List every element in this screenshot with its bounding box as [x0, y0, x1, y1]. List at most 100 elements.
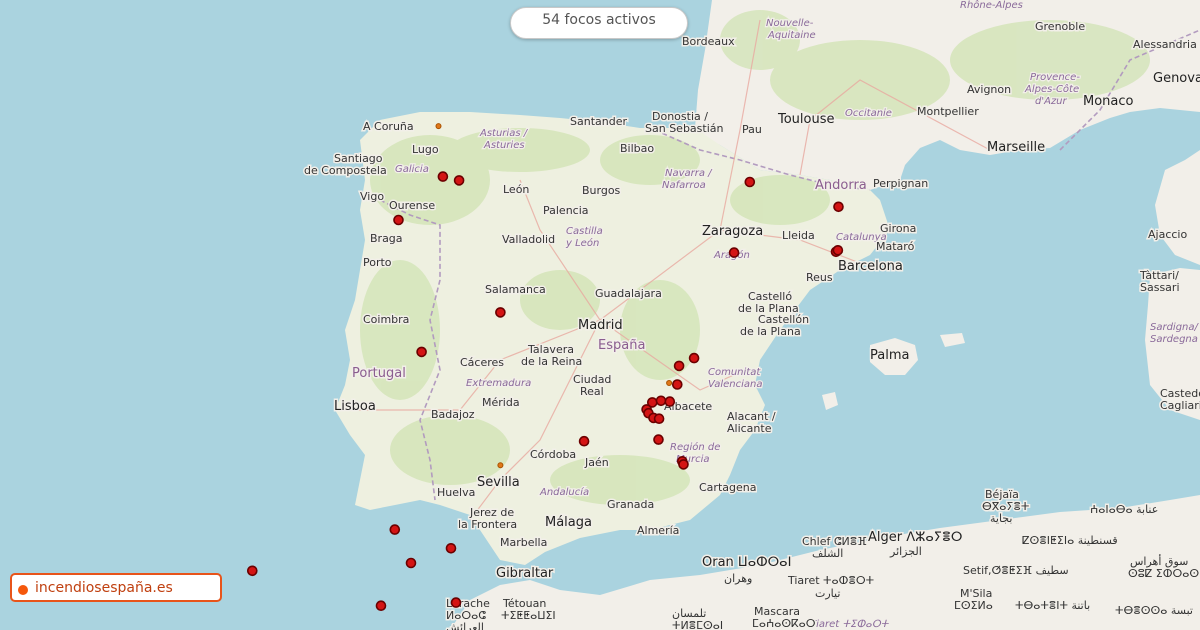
label-braga: Braga [370, 232, 403, 245]
fire-marker[interactable] [664, 396, 676, 407]
label-barcelona: Barcelona [838, 259, 903, 274]
label-alacant2: Alicante [727, 422, 772, 435]
label-aquitaine: Aquitaine [767, 30, 816, 41]
label-constantine: ⵇⵙⴻⵏⵟⵉⵏⴰ قسنطينة [1022, 534, 1118, 547]
label-provence2: Alpes-Côte [1024, 83, 1079, 95]
label-oran2: وهران [724, 572, 752, 585]
label-alessandria: Alessandria [1133, 38, 1197, 51]
label-bilbao: Bilbao [620, 142, 654, 155]
label-guadalajara: Guadalajara [595, 287, 662, 300]
fire-marker[interactable] [833, 201, 844, 213]
label-nouvelle: Nouvelle- [766, 18, 814, 29]
active-fires-counter: 54 focos activos [510, 7, 688, 39]
label-ourense: Ourense [389, 199, 435, 212]
label-leon: León [503, 183, 529, 196]
label-sardegna1: Sardigna/ [1150, 322, 1200, 333]
label-alger1: Alger ⴷⵣⴰⵢⴻⵔ [868, 530, 962, 545]
label-comunitat1: Comunitat [708, 367, 761, 378]
label-coruna: A Coruña [363, 120, 414, 133]
fire-marker[interactable] [653, 434, 664, 445]
label-portugal: Portugal [352, 366, 406, 381]
label-msila2: ⵎⵙⵉⵍⴰ [954, 599, 993, 612]
small-fire-marker[interactable] [666, 380, 673, 386]
label-provence1: Provence- [1030, 72, 1080, 83]
label-asturias2: Asturies [483, 140, 525, 151]
label-coimbra: Coimbra [363, 313, 409, 326]
label-oran1: Oran ⵡⴰⵀⵔⴰⵏ [702, 555, 791, 570]
fire-marker[interactable] [688, 352, 700, 364]
fire-marker[interactable] [495, 307, 506, 318]
fire-marker[interactable] [389, 524, 401, 535]
fire-marker[interactable] [655, 395, 667, 407]
label-avignon: Avignon [967, 83, 1011, 96]
label-occitanie: Occitanie [845, 108, 892, 119]
label-ajaccio: Ajaccio [1148, 228, 1187, 241]
label-zaragoza: Zaragoza [702, 224, 763, 239]
label-sevilla: Sevilla [477, 475, 520, 490]
fire-marker[interactable] [578, 435, 590, 447]
brand-badge[interactable]: incendiosespaña.es [10, 573, 222, 602]
label-extremadura: Extremadura [466, 378, 531, 389]
small-fire-marker[interactable] [497, 462, 504, 469]
label-cordoba: Córdoba [530, 448, 576, 461]
label-granada: Granada [607, 498, 654, 511]
active-fires-counter-label: 54 focos activos [542, 12, 656, 28]
label-gibraltar: Gibraltar [496, 566, 554, 581]
map-canvas[interactable]: Portugal España Andorra Nouvelle- Aquita… [0, 0, 1200, 630]
label-reus: Reus [806, 271, 833, 284]
fire-marker[interactable] [393, 214, 404, 226]
label-castilla2: y León [565, 237, 599, 249]
label-montpellier: Montpellier [917, 105, 979, 118]
fire-marker[interactable] [673, 360, 685, 372]
label-girona: Girona [880, 222, 916, 235]
fire-marker[interactable] [445, 542, 457, 554]
small-fire-marker[interactable] [435, 123, 442, 130]
fire-marker[interactable] [744, 176, 756, 188]
fire-marker[interactable] [653, 413, 665, 425]
label-annaba: ⵄⴰⵏⴰⴱⴰ عنابة [1090, 503, 1158, 516]
label-lugo: Lugo [412, 143, 439, 156]
fire-marker[interactable] [450, 597, 462, 608]
fire-marker[interactable] [728, 247, 740, 258]
label-tiaret1: Tiaret ⵜⴰⵀⴻⵔⵜ [787, 574, 874, 587]
fire-marker[interactable] [453, 175, 465, 186]
label-matar: Mataró [876, 240, 915, 253]
label-bejaia3: بجاية [990, 512, 1012, 525]
label-santander: Santander [570, 115, 627, 128]
label-jaen: Jaén [584, 456, 609, 469]
fire-marker[interactable] [405, 557, 417, 569]
label-tiaret2: تيارت [815, 587, 840, 600]
label-setif: Setif,ⵚⴻⵟⵉⴼ سطيف [963, 564, 1069, 577]
label-comunitat2: Valenciana [708, 379, 762, 390]
label-alger2: الجزائر [889, 545, 922, 558]
label-palencia: Palencia [543, 204, 589, 217]
fire-marker[interactable] [247, 565, 258, 577]
label-palma: Palma [870, 348, 909, 363]
label-donostia2: San Sebastián [645, 122, 724, 135]
label-navarra1: Navarra / [665, 168, 713, 179]
fire-marker[interactable] [437, 171, 449, 182]
label-galicia: Galicia [395, 164, 429, 175]
label-grenoble: Grenoble [1035, 20, 1085, 33]
label-casteddu2: Cagliari [1160, 399, 1200, 412]
label-provence3: d'Azur [1035, 96, 1068, 107]
label-ciudadreal2: Real [580, 385, 604, 398]
fire-marker[interactable] [671, 379, 683, 390]
fire-marker[interactable] [678, 459, 689, 470]
label-huelva: Huelva [437, 486, 475, 499]
label-lleida: Lleida [782, 229, 815, 242]
label-jerez2: la Frontera [458, 518, 517, 531]
brand-label: incendiosespaña.es [35, 579, 173, 596]
label-souk2: ⵙⵓⵇ ⵉⵀⵔⴰⵙ [1128, 567, 1199, 580]
label-tattari2: Sassari [1140, 281, 1180, 294]
fire-marker[interactable] [375, 600, 387, 612]
label-burgos: Burgos [582, 184, 621, 197]
fire-marker[interactable] [832, 245, 844, 256]
label-cartagena: Cartagena [699, 481, 756, 494]
fire-marker[interactable] [416, 346, 427, 358]
label-marbella: Marbella [500, 536, 547, 549]
label-badajoz: Badajoz [431, 408, 475, 421]
label-tlemcen2: ⵜⵍⴻⵎⵙⴰⵏ [672, 619, 723, 630]
label-tiaretreg: Tiaret ⵜⵉⵀⴰⵔⵜ [810, 619, 890, 630]
label-tetouan2: ⵜⵉⵟⵟⴰⵡⵉⵏ [501, 609, 556, 622]
